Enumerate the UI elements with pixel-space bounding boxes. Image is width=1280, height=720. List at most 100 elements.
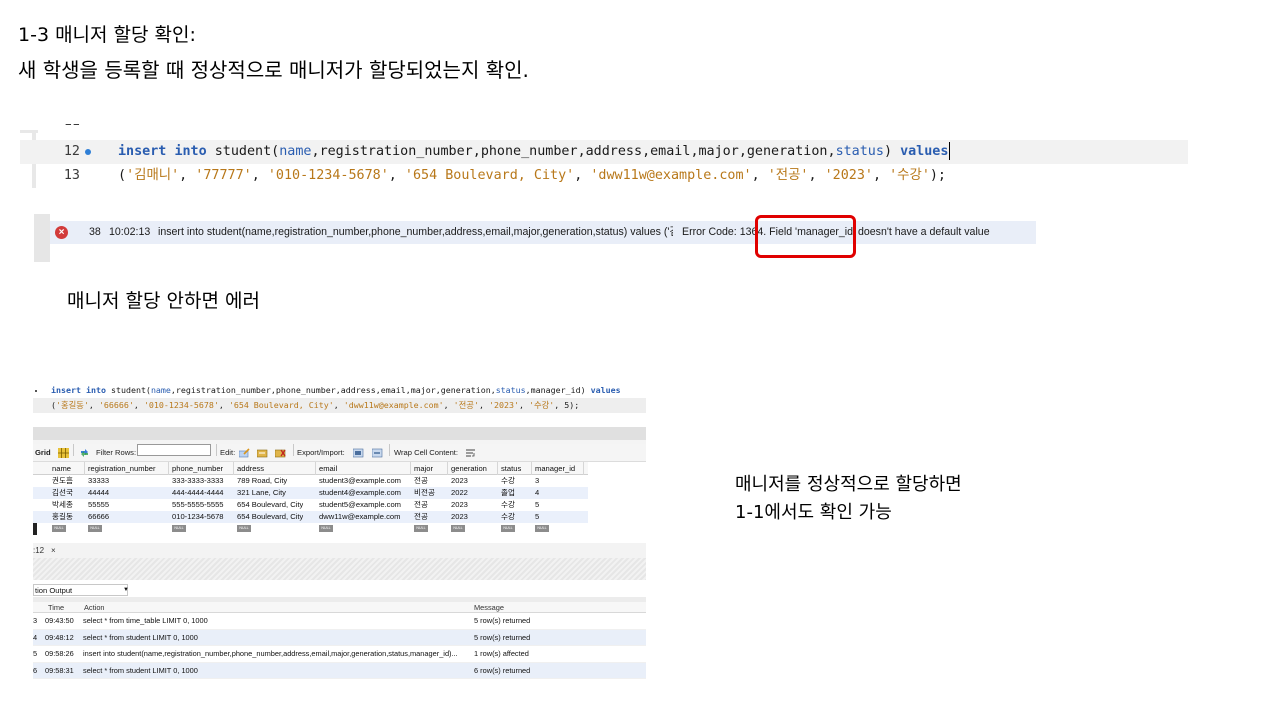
column-header-action[interactable]: Action — [84, 602, 105, 613]
field-name: registration_number — [319, 144, 473, 159]
cell-manager-id[interactable]: 5 — [535, 499, 539, 511]
cell-phone-number[interactable]: 555-5555-5555 — [172, 499, 224, 511]
cell-email[interactable]: student3@example.com — [319, 475, 401, 487]
cell-address[interactable]: 654 Boulevard, City — [237, 511, 303, 523]
add-row-icon[interactable] — [257, 448, 268, 458]
string-value: 77777 — [203, 168, 244, 183]
cell-manager-id[interactable]: 4 — [535, 487, 539, 499]
panel-side-bar — [34, 214, 50, 262]
output-row-time: 09:48:12 — [45, 632, 74, 642]
null-badge: NULL — [237, 525, 251, 532]
close-tab-icon[interactable]: × — [51, 543, 56, 558]
cell-manager-id[interactable]: 3 — [535, 475, 539, 487]
grid-view-icon[interactable] — [58, 448, 69, 458]
workbench-screenshot: insert into student(name,registration_nu… — [33, 380, 646, 682]
filter-rows-input[interactable] — [137, 444, 211, 456]
cell-address[interactable]: 654 Boulevard, City — [237, 499, 303, 511]
cell-email[interactable]: student5@example.com — [319, 499, 401, 511]
table-row[interactable]: 홍길동 66666 010-1234-5678 654 Boulevard, C… — [33, 511, 588, 523]
cell-registration-number[interactable]: 44444 — [88, 487, 109, 499]
result-tab-label[interactable]: :12 — [33, 543, 44, 558]
column-header-message[interactable]: Message — [474, 602, 504, 613]
cell-generation[interactable]: 2023 — [451, 511, 468, 523]
editor-line-insert[interactable]: insert into student(name,registration_nu… — [33, 383, 646, 398]
cell-address[interactable]: 789 Road, City — [237, 475, 287, 487]
output-row-error[interactable]: × 38 10:02:13 insert into student(name,r… — [50, 221, 1036, 244]
cell-major[interactable]: 비전공 — [414, 487, 435, 499]
code-text[interactable]: ('홍길동', '66666', '010-1234-5678', '654 B… — [51, 398, 579, 413]
column-header-generation[interactable]: generation — [448, 462, 498, 475]
number-value: 5 — [564, 400, 570, 410]
wrap-cell-icon[interactable] — [465, 448, 476, 458]
editor-line-12[interactable]: 12 insert into student(name,registration… — [20, 140, 1188, 164]
output-row-action: insert into student(name,registration_nu… — [158, 226, 673, 238]
delete-row-icon[interactable] — [275, 448, 286, 458]
import-icon[interactable] — [372, 448, 383, 458]
cell-status[interactable]: 수강 — [501, 499, 515, 511]
output-type-dropdown[interactable]: tion Output ▼ — [33, 584, 129, 596]
table-row-new[interactable]: NULL NULL NULL NULL NULL NULL NULL NULL … — [33, 523, 588, 535]
cell-name[interactable]: 권도흠 — [52, 475, 73, 487]
cell-registration-number[interactable]: 66666 — [88, 511, 109, 523]
column-header-time[interactable]: Time — [48, 602, 64, 613]
row-selector[interactable] — [33, 523, 37, 535]
field-name: email — [650, 144, 691, 159]
output-row-time: 09:58:31 — [45, 665, 74, 675]
cell-status[interactable]: 졸업 — [501, 487, 515, 499]
sql-editor-snippet[interactable]: 11 12 insert into student(name,registrat… — [20, 124, 1188, 190]
code-text[interactable]: insert into student(name,registration_nu… — [51, 383, 621, 398]
cell-generation[interactable]: 2023 — [451, 475, 468, 487]
cell-major[interactable]: 전공 — [414, 475, 428, 487]
cell-major[interactable]: 전공 — [414, 511, 428, 523]
column-header-name[interactable]: name — [49, 462, 85, 475]
output-row[interactable]: 4 09:48:12 select * from student LIMIT 0… — [33, 629, 646, 646]
output-row[interactable]: 5 09:58:26 insert into student(name,regi… — [33, 646, 646, 663]
horizontal-scrollbar[interactable] — [33, 427, 646, 440]
cell-generation[interactable]: 2022 — [451, 487, 468, 499]
result-grid[interactable]: name registration_number phone_number ad… — [33, 462, 588, 535]
cell-name[interactable]: 홍길동 — [52, 511, 73, 523]
editor-line-values[interactable]: ('홍길동', '66666', '010-1234-5678', '654 B… — [33, 398, 646, 413]
column-header-address[interactable]: address — [234, 462, 316, 475]
cell-major[interactable]: 전공 — [414, 499, 428, 511]
cell-generation[interactable]: 2023 — [451, 499, 468, 511]
output-row[interactable]: 6 09:58:31 select * from student LIMIT 0… — [33, 662, 646, 679]
refresh-icon[interactable] — [79, 448, 90, 458]
column-header-phone-number[interactable]: phone_number — [169, 462, 234, 475]
code-text[interactable]: ('김매니', '77777', '010-1234-5678', '654 B… — [118, 164, 946, 188]
cell-name[interactable]: 김선국 — [52, 487, 73, 499]
cell-address[interactable]: 321 Lane, City — [237, 487, 286, 499]
table-row[interactable]: 권도흠 33333 333-3333-3333 789 Road, City s… — [33, 475, 588, 487]
table-row[interactable]: 박세종 55555 555-5555-5555 654 Boulevard, C… — [33, 499, 588, 511]
cell-status[interactable]: 수강 — [501, 475, 515, 487]
cell-phone-number[interactable]: 010-1234-5678 — [172, 511, 224, 523]
cell-email[interactable]: dww11w@example.com — [319, 511, 400, 523]
output-row[interactable]: 3 09:43:50 select * from time_table LIMI… — [33, 613, 646, 630]
export-icon[interactable] — [353, 448, 364, 458]
code-text[interactable]: insert into student(name,registration_nu… — [118, 140, 951, 164]
cell-email[interactable]: student4@example.com — [319, 487, 401, 499]
cell-phone-number[interactable]: 333-3333-3333 — [172, 475, 224, 487]
table-row[interactable]: 김선국 44444 444-4444-4444 321 Lane, City s… — [33, 487, 588, 499]
cell-manager-id[interactable]: 5 — [535, 511, 539, 523]
cell-status[interactable]: 수강 — [501, 511, 515, 523]
output-row-time: 10:02:13 — [109, 226, 151, 238]
column-header-major[interactable]: major — [411, 462, 448, 475]
cell-phone-number[interactable]: 444-4444-4444 — [172, 487, 224, 499]
edit-row-icon[interactable] — [239, 448, 250, 458]
editor-line-partial: 11 — [20, 124, 1188, 134]
pane-divider-hatched[interactable] — [33, 558, 646, 580]
result-grid-toolbar: Grid Filter Rows: Edit: Export/Import: W… — [33, 444, 646, 462]
toolbar-separator — [216, 444, 217, 456]
column-header-email[interactable]: email — [316, 462, 411, 475]
toolbar-separator — [389, 444, 390, 456]
editor-line-13[interactable]: 13 ('김매니', '77777', '010-1234-5678', '65… — [20, 164, 1188, 188]
cell-name[interactable]: 박세종 — [52, 499, 73, 511]
action-output-table[interactable]: Time Action Message 3 09:43:50 select * … — [33, 602, 646, 679]
column-header-status[interactable]: status — [498, 462, 532, 475]
column-header-registration-number[interactable]: registration_number — [85, 462, 169, 475]
string-value: 수강 — [897, 168, 922, 183]
cell-registration-number[interactable]: 33333 — [88, 475, 109, 487]
column-header-manager-id[interactable]: manager_id — [532, 462, 584, 475]
cell-registration-number[interactable]: 55555 — [88, 499, 109, 511]
